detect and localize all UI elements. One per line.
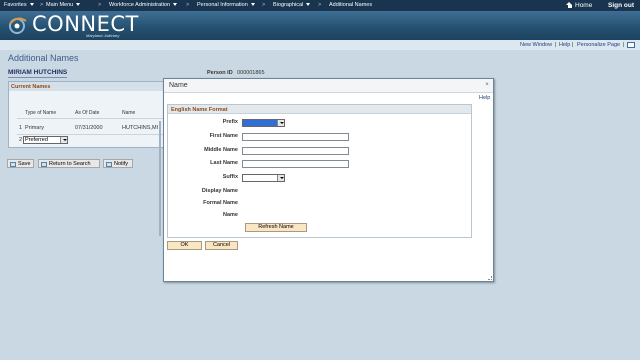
ok-button[interactable]: OK — [167, 241, 202, 250]
suffix-select[interactable] — [242, 174, 285, 182]
chevron-down-icon — [60, 137, 67, 143]
name-type-value: Preferred — [25, 137, 48, 143]
name-type-select[interactable]: Preferred — [23, 136, 68, 144]
row-name-link[interactable]: HUTCHINS,MI — [122, 125, 158, 131]
name-dialog: Name × Help English Name Format Prefix F… — [163, 78, 494, 282]
formal-name-label: Formal Name — [203, 200, 238, 206]
section-title: English Name Format — [168, 105, 471, 114]
dialog-title: Name — [169, 82, 188, 89]
nav-workforce-label: Workforce Administration — [109, 2, 171, 8]
notify-button[interactable]: Notify — [103, 159, 133, 168]
middle-name-label: Middle Name — [204, 147, 238, 153]
link-separator: | — [623, 41, 625, 48]
save-label: Save — [18, 161, 31, 167]
row-divider — [17, 134, 165, 135]
home-label: Home — [575, 2, 593, 9]
chevron-down-icon — [306, 3, 311, 7]
last-name-label: Last Name — [210, 160, 238, 166]
banner: CONNECT Maryland Judiciary — [0, 11, 640, 40]
display-name-label: Display Name — [201, 188, 238, 194]
row-type: Primary — [25, 125, 44, 131]
save-button[interactable]: Save — [7, 159, 34, 168]
current-names-title: Current Names — [9, 82, 165, 91]
chevron-down-icon — [277, 120, 284, 126]
last-name-input[interactable] — [242, 160, 349, 168]
page-links-bar: New Window | Help | Personalize Page | — [0, 40, 640, 50]
first-name-label: First Name — [209, 133, 238, 139]
help-link[interactable]: Help — [559, 42, 570, 48]
personalize-page-link[interactable]: Personalize Page — [577, 42, 620, 48]
nav-biographical-label: Biographical — [273, 2, 304, 8]
row-date: 07/31/2000 — [75, 125, 103, 131]
column-header-date: As Of Date — [75, 110, 100, 116]
chevron-down-icon — [76, 3, 81, 7]
page-settings-icon[interactable] — [627, 41, 635, 48]
person-id-label: Person ID — [207, 70, 233, 76]
notify-label: Notify — [114, 161, 129, 167]
new-window-link[interactable]: New Window — [520, 42, 552, 48]
nav-main-menu[interactable]: Main Menu — [46, 2, 81, 8]
top-nav-bar: Favorites > Main Menu > Workforce Admini… — [0, 0, 640, 11]
prefix-select[interactable] — [242, 119, 285, 127]
row-divider — [17, 118, 165, 119]
logo-subtitle: Maryland Judiciary — [86, 33, 120, 38]
nav-workforce-administration[interactable]: Workforce Administration — [109, 2, 178, 8]
chevron-down-icon — [277, 175, 284, 181]
sign-out-link[interactable]: Sign out — [608, 2, 634, 9]
save-icon — [10, 161, 16, 167]
chevron-down-icon — [250, 3, 255, 7]
row-number: 2 — [19, 137, 23, 143]
close-icon[interactable]: × — [484, 82, 490, 88]
home-icon — [566, 2, 573, 8]
nav-separator: > — [318, 2, 322, 8]
refresh-name-button[interactable]: Refresh Name — [245, 223, 307, 232]
first-name-input[interactable] — [242, 133, 349, 141]
cancel-button[interactable]: Cancel — [205, 241, 238, 250]
column-header-name: Name — [122, 110, 136, 116]
name-label: Name — [223, 212, 238, 218]
nav-separator: > — [40, 2, 44, 8]
notify-icon — [106, 161, 112, 167]
nav-favorites-label: Favorites — [4, 2, 27, 8]
return-icon — [41, 161, 47, 167]
nav-additional-names[interactable]: Additional Names — [329, 2, 372, 8]
chevron-down-icon — [29, 3, 34, 7]
chevron-down-icon — [173, 3, 178, 7]
page-title: Additional Names — [8, 53, 79, 63]
nav-biographical[interactable]: Biographical — [273, 2, 311, 8]
nav-main-menu-label: Main Menu — [46, 2, 74, 8]
nav-favorites[interactable]: Favorites — [4, 2, 34, 8]
middle-name-input[interactable] — [242, 147, 349, 155]
nav-personal-info-label: Personal Information — [197, 2, 248, 8]
prefix-label: Prefix — [222, 119, 238, 125]
nav-personal-information[interactable]: Personal Information — [197, 2, 255, 8]
person-name: MIRIAM HUTCHINS — [8, 69, 68, 78]
return-to-search-button[interactable]: Return to Search — [38, 159, 100, 168]
suffix-label: Suffix — [222, 174, 238, 180]
english-name-format-section: English Name Format Prefix First Name Mi… — [167, 104, 472, 238]
connect-logo-icon — [9, 17, 27, 34]
dialog-help-link[interactable]: Help — [479, 95, 490, 101]
nav-separator: > — [262, 2, 266, 8]
return-label: Return to Search — [49, 161, 91, 167]
dialog-title-bar[interactable]: Name — [164, 79, 493, 93]
link-separator: | — [555, 41, 557, 48]
link-separator: | — [572, 41, 574, 48]
home-link[interactable]: Home — [566, 2, 592, 9]
person-id-value: 000001865 — [237, 70, 265, 76]
column-header-type: Type of Name — [25, 110, 57, 116]
row-number: 1 — [19, 125, 23, 131]
resize-grip-icon[interactable] — [488, 276, 492, 280]
nav-separator: > — [98, 2, 102, 8]
nav-separator: > — [186, 2, 190, 8]
